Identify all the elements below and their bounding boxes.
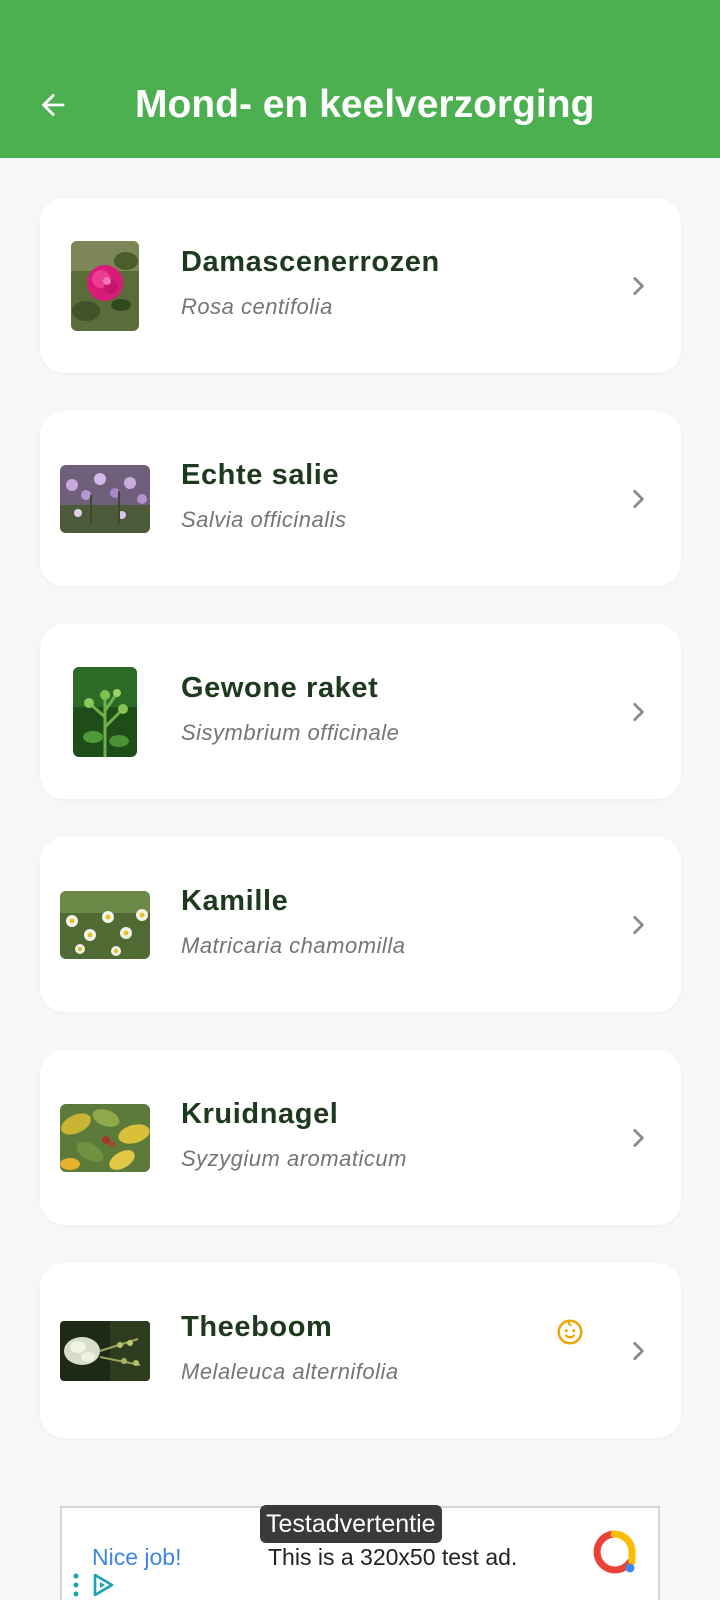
chevron-right-icon [633, 489, 644, 508]
chevron-right-icon [633, 1128, 644, 1147]
plant-name: Kamille [181, 885, 289, 917]
plant-name: Theeboom [181, 1311, 333, 1343]
plant-thumbnail [60, 454, 150, 544]
ad-body-text: This is a 320x50 test ad. [268, 1544, 518, 1570]
clove-photo [60, 1103, 150, 1172]
arrow-left-icon [41, 93, 65, 117]
plant-name: Kruidnagel [181, 1098, 339, 1130]
plant-card-echte-salie[interactable]: Echte salie Salvia officinalis [40, 411, 681, 586]
plant-latin-name: Sisymbrium officinale [181, 720, 400, 745]
sage-photo [60, 464, 150, 533]
plant-latin-name: Matricaria chamomilla [181, 933, 406, 958]
plant-card-damascenerrozen[interactable]: Damascenerrozen Rosa centifolia [40, 198, 681, 373]
plant-latin-name: Syzygium aromaticum [181, 1146, 407, 1171]
plant-name: Damascenerrozen [181, 246, 440, 278]
plant-card-theeboom[interactable]: Theeboom Melaleuca alternifolia [40, 1263, 681, 1438]
ad-badge: Testadvertentie [260, 1505, 442, 1543]
ad-headline: Nice job! [92, 1544, 182, 1570]
rose-photo [71, 240, 139, 331]
plant-thumbnail [60, 240, 150, 331]
plant-thumbnail [60, 666, 150, 757]
plant-thumbnail [60, 1093, 150, 1183]
plant-name: Gewone raket [181, 672, 379, 704]
baby-face-icon [557, 1319, 583, 1345]
admob-logo-icon [593, 1530, 636, 1574]
plant-latin-name: Rosa centifolia [181, 294, 333, 319]
plant-card-kruidnagel[interactable]: Kruidnagel Syzygium aromaticum [40, 1050, 681, 1225]
page-title: Mond- en keelverzorging [135, 83, 595, 126]
plant-thumbnail [60, 880, 150, 970]
ad-choices-icon[interactable] [90, 1572, 116, 1598]
hedge-mustard-photo [73, 666, 137, 757]
plant-card-kamille[interactable]: Kamille Matricaria chamomilla [40, 837, 681, 1012]
plant-name: Echte salie [181, 459, 340, 491]
chevron-right-icon [633, 702, 644, 721]
chevron-right-icon [633, 1341, 644, 1360]
chamomile-photo [60, 890, 150, 959]
app-bar: Mond- en keelverzorging [0, 0, 720, 158]
tea-tree-photo [60, 1320, 150, 1381]
plant-latin-name: Salvia officinalis [181, 507, 347, 532]
chevron-right-icon [633, 915, 644, 934]
plant-card-gewone-raket[interactable]: Gewone raket Sisymbrium officinale [40, 624, 681, 799]
chevron-right-icon [633, 276, 644, 295]
plant-latin-name: Melaleuca alternifolia [181, 1359, 399, 1384]
plant-thumbnail [60, 1306, 150, 1396]
test-ad-banner[interactable]: Testadvertentie Nice job! This is a 320x… [60, 1505, 660, 1600]
ad-options-icon[interactable] [72, 1572, 80, 1598]
back-button[interactable] [30, 82, 76, 128]
